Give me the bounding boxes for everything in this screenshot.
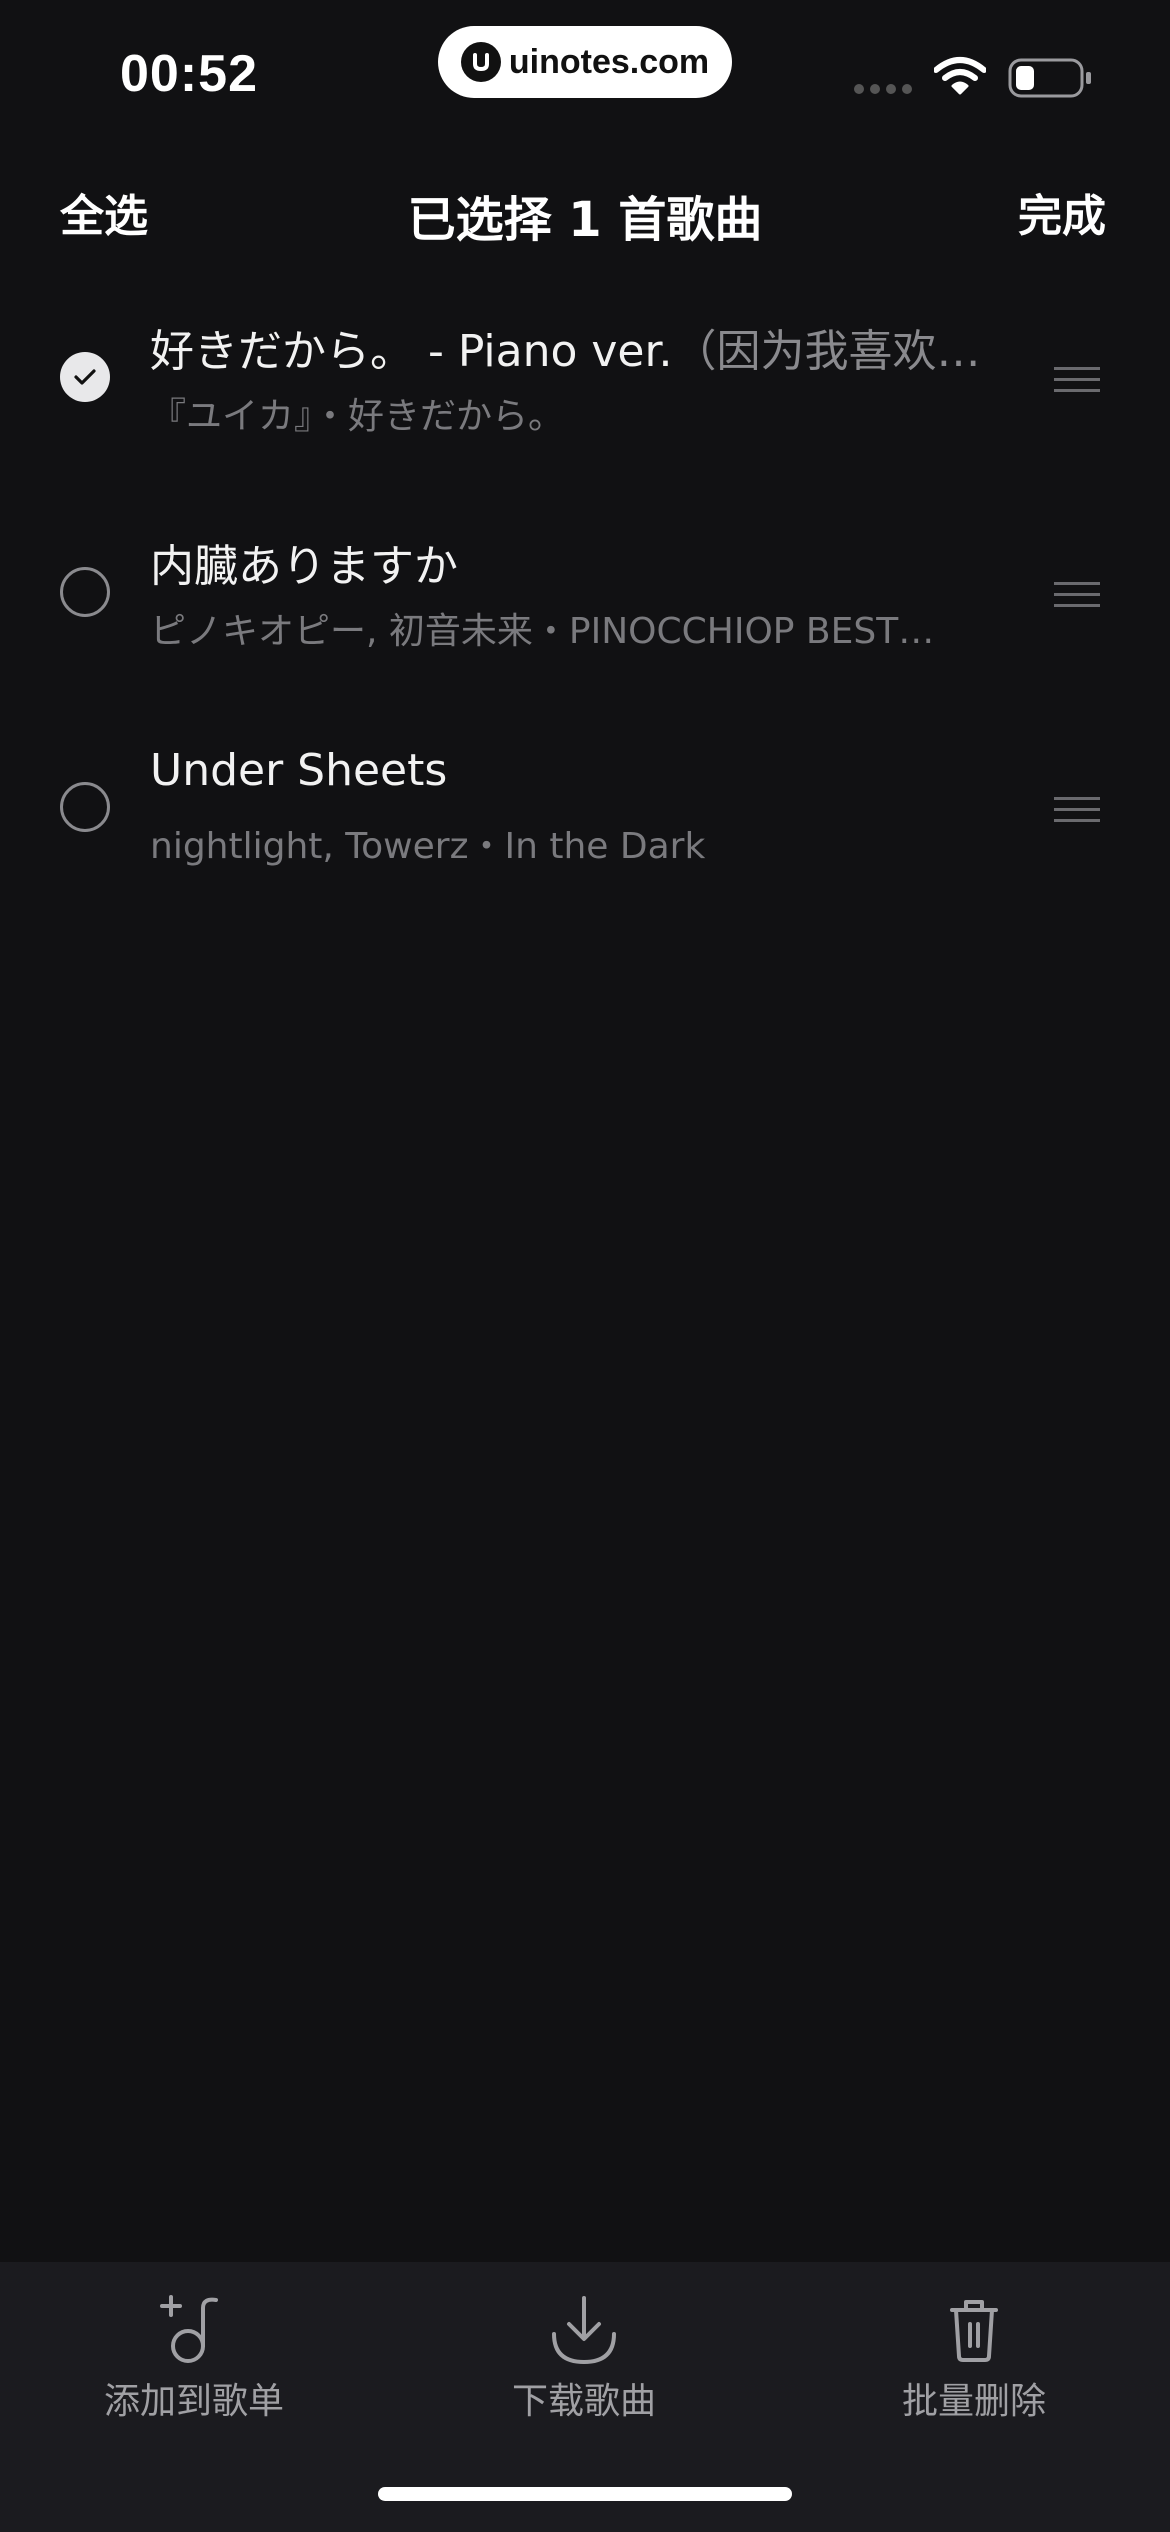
song-row[interactable]: Under Sheets nightlight, Towerz・In the D… [0,725,1170,940]
song-title: 内臓ありますか [150,530,990,594]
song-title-main: 好きだから。 - Piano ver. [150,326,673,377]
add-to-playlist-button[interactable]: 添加到歌单 [64,2292,324,2424]
song-row[interactable]: 内臓ありますか ピノキオピー, 初音未来・PINOCCHIOP BEST… [0,510,1170,725]
song-title-main: 内臓ありますか [150,541,458,592]
check-icon[interactable] [60,352,110,402]
add-to-playlist-label: 添加到歌单 [103,2381,284,2422]
download-label: 下载歌曲 [511,2381,656,2422]
page-title: 已选择 1 首歌曲 [407,192,763,248]
drag-handle-icon[interactable] [1054,797,1100,823]
song-row[interactable]: 好きだから。 - Piano ver.（因为我喜欢… 『ユイカ』・好きだから。 [0,295,1170,510]
trash-icon [950,2300,998,2362]
status-bar: 00:52 uinotes.com [0,0,1170,140]
song-title: Under Sheets [150,745,990,796]
drag-handle-icon[interactable] [1054,582,1100,608]
add-music-icon [160,2295,218,2363]
song-title: 好きだから。 - Piano ver.（因为我喜欢… [150,315,990,379]
watermark-badge: uinotes.com [438,26,732,98]
nav-bar: 全选 已选择 1 首歌曲 完成 [0,160,1170,256]
batch-delete-button[interactable]: 批量删除 [844,2292,1104,2424]
home-indicator[interactable] [378,2487,792,2501]
song-list: 好きだから。 - Piano ver.（因为我喜欢… 『ユイカ』・好きだから。 … [0,295,1170,940]
song-subtitle: 『ユイカ』・好きだから。 [150,396,565,437]
watermark-logo-icon [460,42,501,82]
cellular-signal-icon [854,84,912,94]
download-button[interactable]: 下载歌曲 [454,2292,714,2424]
status-time: 00:52 [120,45,258,103]
song-title-extra: （因为我喜欢… [672,326,981,377]
done-button[interactable]: 完成 [1018,180,1106,244]
watermark-text: uinotes.com [508,42,710,81]
song-subtitle: nightlight, Towerz・In the Dark [150,826,706,867]
wifi-icon [934,57,986,95]
unchecked-circle-icon[interactable] [60,782,110,832]
batch-delete-label: 批量删除 [901,2381,1046,2422]
battery-icon [1008,58,1091,98]
drag-handle-icon[interactable] [1054,367,1100,393]
download-icon [552,2296,616,2365]
unchecked-circle-icon[interactable] [60,567,110,617]
song-subtitle: ピノキオピー, 初音未来・PINOCCHIOP BEST… [150,611,935,652]
song-title-main: Under Sheets [150,745,448,796]
